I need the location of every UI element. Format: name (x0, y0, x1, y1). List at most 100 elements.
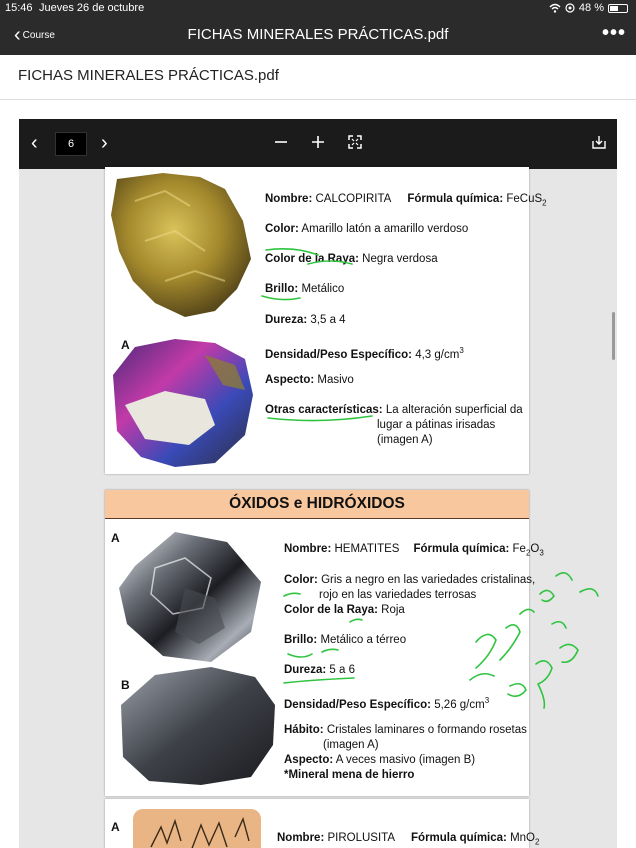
hematites-nombre-row: Nombre: HEMATITES Fórmula química: Fe2O3 (284, 542, 544, 560)
dureza-label: Dureza: (265, 314, 308, 326)
brillo-value: Metálico (301, 283, 345, 295)
nombre-value: PIROLUSITA (327, 832, 396, 844)
status-time: 15:46 (5, 2, 33, 14)
aspecto-label: Aspecto: (284, 754, 334, 766)
hematites-crystal-image (119, 532, 261, 662)
calcopirita-aspecto-row: Aspecto: Masivo (265, 373, 354, 388)
raya-value: Roja (381, 604, 405, 616)
status-bar: 15:46 Jueves 26 de octubre 48 % (0, 0, 636, 16)
hematites-color-row: Color: Gris a negro en las variedades cr… (284, 573, 535, 588)
pdf-page-calcopirita: A Nombre: CALCOPIRITA Fórmula química: Fe… (105, 167, 547, 474)
densidad-label: Densidad/Peso Específico: (265, 348, 412, 361)
battery-level (610, 5, 618, 11)
hematites-brillo-row: Brillo: Metálico a térreo (284, 633, 406, 648)
document-title: FICHAS MINERALES PRÁCTICAS.pdf (18, 67, 279, 84)
nombre-value: HEMATITES (334, 543, 400, 555)
densidad-value: 4,3 g/cm (415, 348, 460, 361)
prev-page-button[interactable]: ‹ (31, 133, 38, 153)
dureza-value: 5 a 6 (329, 664, 355, 676)
brillo-label: Brillo: (284, 634, 318, 646)
calcopirita-color-row: Color: Amarillo latón a amarillo verdoso (265, 222, 468, 237)
pirolusita-image (133, 809, 261, 848)
formula-label: Fórmula química: (413, 543, 510, 555)
divider (0, 99, 636, 100)
otras-value-3: (imagen A) (377, 434, 433, 446)
scrollbar[interactable] (612, 312, 615, 360)
hematites-massive-image (121, 667, 275, 785)
color-value-2: rojo en las variedades terrosas (319, 589, 477, 601)
pdf-page-oxidos: ÓXIDOS e HIDRÓXIDOS A B Nombre: HEMATITE… (105, 490, 544, 796)
color-label: Color: (284, 574, 318, 586)
calcopirita-otras-row: Otras características: La alteración sup… (265, 403, 523, 418)
section-header: ÓXIDOS e HIDRÓXIDOS (105, 490, 529, 519)
aspecto-value: Masivo (317, 374, 354, 386)
hematites-densidad-row: Densidad/Peso Específico: 5,26 g/cm3 (284, 693, 489, 713)
calcopirita-dureza-row: Dureza: 3,5 a 4 (265, 313, 346, 328)
hematites-aspecto-row: Aspecto: A veces masivo (imagen B) (284, 753, 475, 768)
aspecto-value: A veces masivo (imagen B) (335, 754, 476, 766)
dureza-label: Dureza: (284, 664, 327, 676)
fullscreen-button[interactable] (348, 133, 362, 153)
densidad-value: 5,26 g/cm (434, 698, 485, 711)
nombre-label: Nombre: (284, 543, 332, 555)
calcopirita-densidad-row: Densidad/Peso Específico: 4,3 g/cm3 (265, 343, 464, 363)
next-page-button[interactable]: › (101, 133, 108, 153)
hematites-note: *Mineral mena de hierro (284, 769, 415, 781)
zoom-out-button[interactable] (274, 133, 288, 153)
color-value: Amarillo latón a amarillo verdoso (301, 223, 469, 235)
hematites-dureza-row: Dureza: 5 a 6 (284, 663, 355, 678)
dureza-value: 3,5 a 4 (310, 314, 346, 326)
pirolusita-image-label-a: A (111, 820, 120, 834)
zoom-in-button[interactable] (311, 133, 325, 153)
densidad-label: Densidad/Peso Específico: (284, 698, 431, 711)
page-number-field[interactable]: 6 (55, 132, 87, 156)
wifi-icon (549, 3, 561, 13)
otras-value-2: lugar a pátinas irisadas (377, 419, 496, 431)
nombre-label: Nombre: (265, 193, 313, 205)
pdf-toolbar: ‹ 6 › (19, 119, 617, 169)
densidad-superscript: 3 (484, 696, 490, 705)
calcopirita-nombre-row: Nombre: CALCOPIRITA Fórmula química: FeCu… (265, 192, 547, 210)
nombre-value: CALCOPIRITA (315, 193, 392, 205)
formula-part-a: Fe (512, 543, 526, 555)
formula-value: FeCuS (506, 193, 543, 205)
download-button[interactable] (592, 133, 606, 153)
nav-bar: ‹ Course FICHAS MINERALES PRÁCTICAS.pdf … (0, 16, 636, 55)
habito-label: Hábito: (284, 724, 324, 736)
nombre-label: Nombre: (277, 832, 325, 844)
calcopirita-raya-row: Color de la Raya: Negra verdosa (265, 252, 438, 267)
formula-value: MnO (510, 832, 535, 844)
otras-value-1: La alteración superficial da (385, 404, 523, 416)
hematites-habito-row: Hábito: Cristales laminares o formando r… (284, 723, 527, 738)
densidad-superscript: 3 (459, 346, 464, 355)
otras-label: Otras características: (265, 404, 383, 416)
formula-subscript: 2 (535, 837, 540, 847)
brillo-label: Brillo: (265, 283, 299, 295)
nav-title: FICHAS MINERALES PRÁCTICAS.pdf (187, 26, 449, 43)
formula-label: Fórmula química: (407, 193, 504, 205)
calcopirita-brillo-row: Brillo: Metálico (265, 282, 344, 297)
pdf-page-pirolusita: A Nombre: PIROLUSITA Fórmula química: MnO… (105, 799, 539, 848)
raya-label: Color de la Raya: (284, 604, 378, 616)
location-icon (565, 3, 575, 13)
habito-value-1: Cristales laminares o formando rosetas (326, 724, 527, 736)
calcopirita-altered-image (113, 339, 253, 467)
download-icon (592, 136, 606, 149)
minus-icon (275, 141, 287, 143)
battery-percent: 48 % (578, 2, 604, 14)
more-icon[interactable]: ••• (602, 22, 626, 45)
calcopirita-image (111, 173, 251, 317)
formula-label: Fórmula química: (411, 832, 507, 844)
brillo-value: Metálico a térreo (320, 634, 407, 646)
battery-icon (608, 3, 628, 13)
plus-icon (312, 136, 324, 148)
formula-part-b: O (530, 543, 540, 555)
color-value-1: Gris a negro en las variedades cristalin… (321, 574, 536, 586)
color-label: Color: (265, 223, 299, 235)
hematites-raya-row: Color de la Raya: Roja (284, 603, 405, 618)
status-date: Jueves 26 de octubre (39, 2, 145, 14)
habito-value-2: (imagen A) (323, 739, 379, 751)
raya-value: Negra verdosa (362, 253, 438, 265)
formula-sub-2: 3 (539, 548, 544, 558)
pdf-viewer[interactable]: ‹ 6 › A Nombre: CALCOPIRITA Fórmula quím… (19, 119, 617, 848)
